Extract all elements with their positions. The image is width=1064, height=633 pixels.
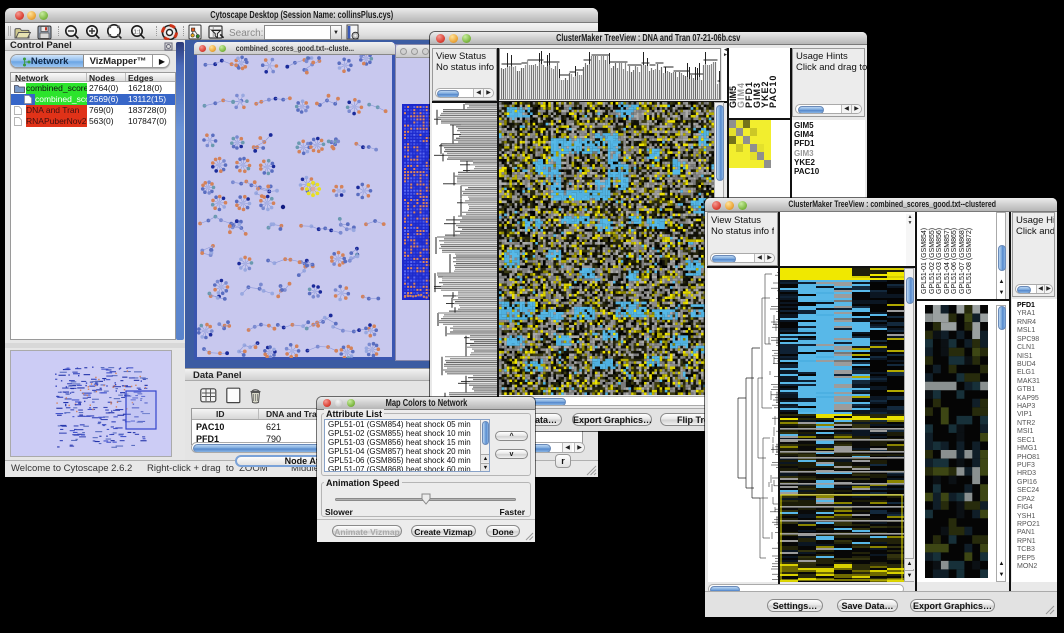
- svg-text:1:1: 1:1: [134, 30, 142, 36]
